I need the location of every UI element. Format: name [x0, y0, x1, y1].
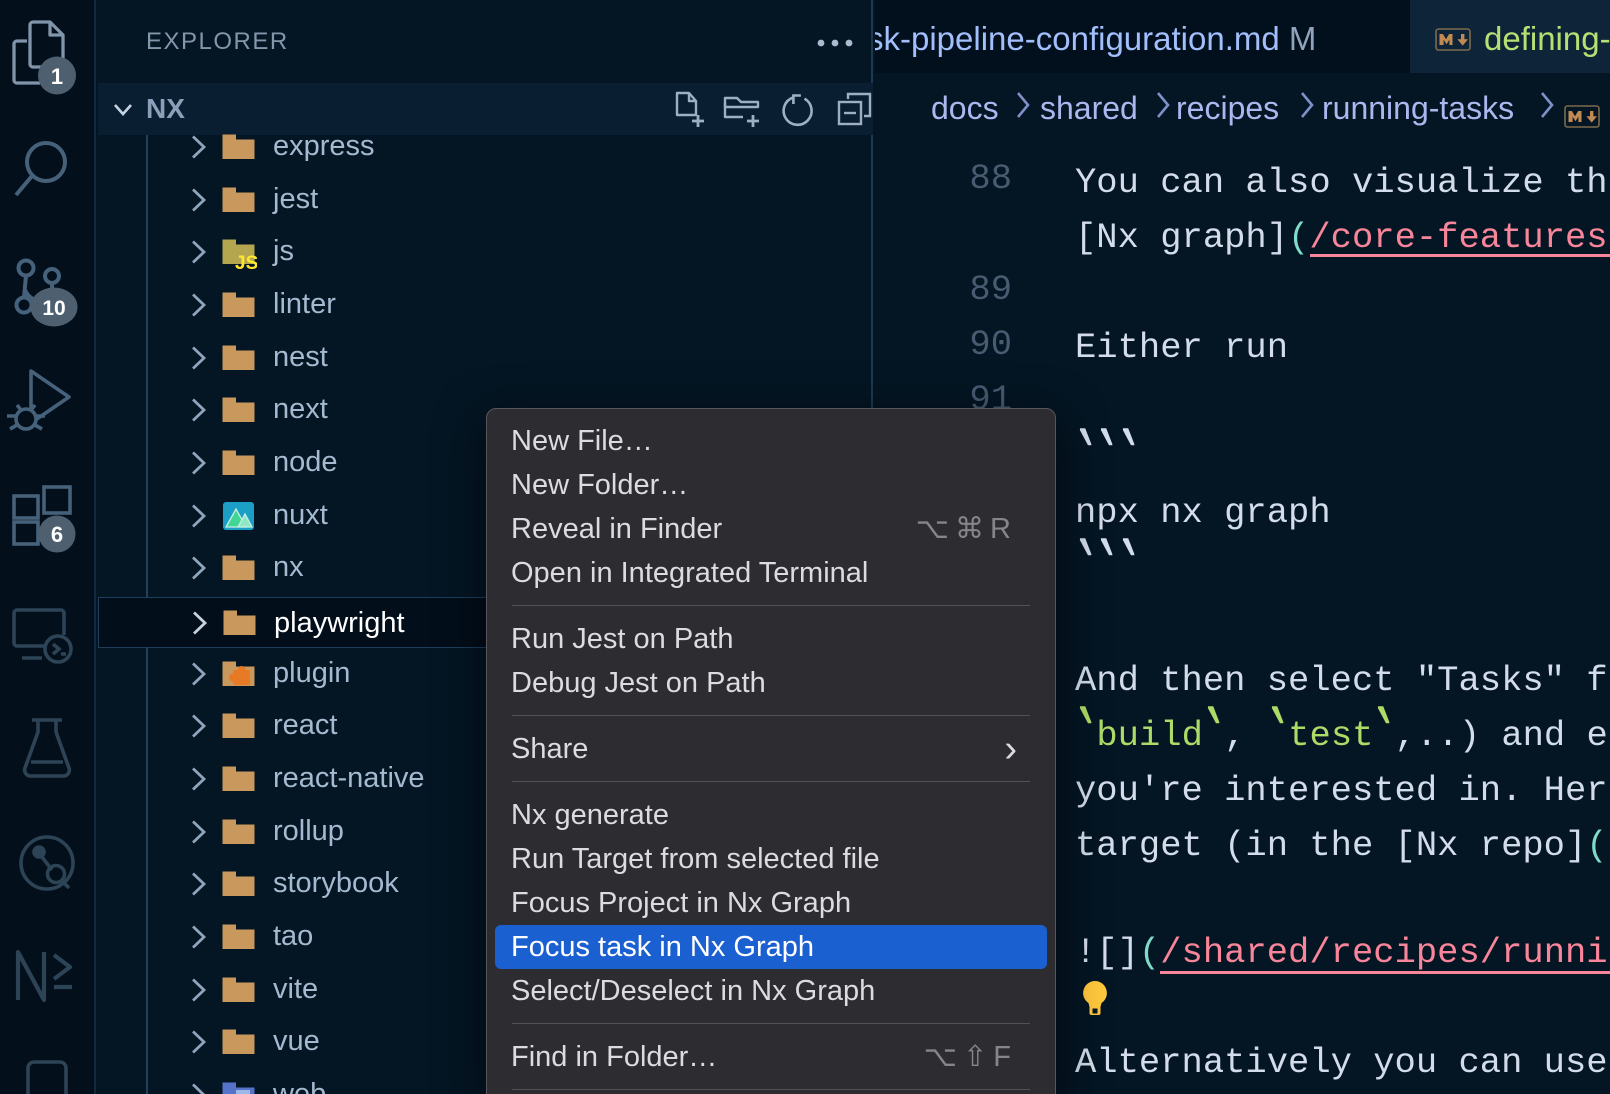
svg-text:JS: JS — [235, 253, 257, 271]
svg-text:10: 10 — [42, 297, 65, 320]
svg-text:1: 1 — [51, 64, 63, 89]
svg-text:6: 6 — [51, 522, 63, 547]
